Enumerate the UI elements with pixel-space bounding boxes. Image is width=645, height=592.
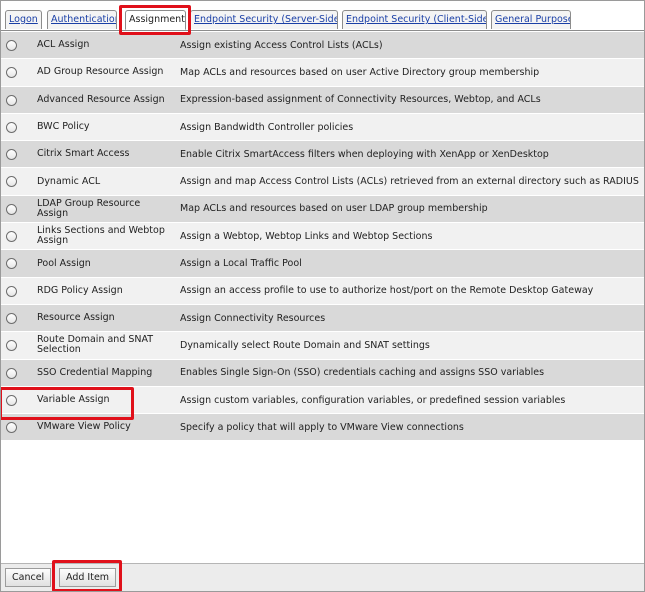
radio-button[interactable] — [6, 121, 17, 133]
item-description: Map ACLs and resources based on user LDA… — [180, 203, 488, 215]
tab-authentication[interactable]: Authentication — [47, 10, 117, 29]
list-item-resource-assign[interactable]: Resource Assign Assign Connectivity Reso… — [1, 304, 644, 333]
item-name: Citrix Smart Access — [37, 148, 130, 160]
item-name: Variable Assign — [37, 394, 110, 405]
item-description: Map ACLs and resources based on user Act… — [180, 66, 540, 78]
radio-button[interactable] — [6, 203, 17, 215]
list-item-ldap-group-resource-assign[interactable]: LDAP Group Resource Assign Map ACLs and … — [1, 195, 644, 224]
list-item-dynamic-acl[interactable]: Dynamic ACL Assign and map Access Contro… — [1, 168, 644, 196]
list-item-variable-assign[interactable]: Variable Assign Assign custom variables,… — [1, 386, 644, 415]
item-name: SSO Credential Mapping — [37, 366, 153, 378]
item-name: Dynamic ACL — [37, 175, 101, 187]
agent-list: ACL Assign Assign existing Access Contro… — [1, 32, 644, 442]
item-description: Expression-based assignment of Connectiv… — [180, 94, 541, 106]
item-name: Pool Assign — [37, 257, 91, 269]
item-name: LDAP Group Resource Assign — [37, 197, 141, 219]
tab-endpoint-security-server-side[interactable]: Endpoint Security (Server-Side) — [190, 10, 338, 29]
item-name: Route Domain and SNAT Selection — [37, 334, 154, 356]
radio-button[interactable] — [6, 258, 17, 270]
tab-general-purpose[interactable]: General Purpose — [491, 10, 571, 29]
radio-button[interactable] — [6, 340, 17, 352]
item-name: AD Group Resource Assign — [37, 66, 164, 78]
item-name: VMware View Policy — [37, 421, 131, 433]
list-item-rdg-policy-assign[interactable]: RDG Policy Assign Assign an access profi… — [1, 277, 644, 305]
item-description: Assign Bandwidth Controller policies — [180, 121, 354, 133]
tab-bar: Logon Authentication Assignment Endpoint… — [1, 1, 644, 31]
item-name: Links Sections and Webtop Assign — [37, 225, 165, 247]
item-name: ACL Assign — [37, 39, 90, 51]
item-description: Specify a policy that will apply to VMwa… — [180, 421, 464, 433]
radio-button[interactable] — [6, 149, 17, 161]
item-description: Enables Single Sign-On (SSO) credentials… — [180, 367, 545, 379]
item-description: Assign and map Access Control Lists (ACL… — [180, 176, 642, 188]
radio-button[interactable] — [6, 176, 17, 188]
list-item-pool-assign[interactable]: Pool Assign Assign a Local Traffic Pool — [1, 250, 644, 278]
item-description: Assign a Webtop, Webtop Links and Webtop… — [180, 230, 433, 242]
item-name: Resource Assign — [37, 312, 115, 324]
item-description: Assign an access profile to use to autho… — [180, 285, 594, 297]
item-description: Dynamically select Route Domain and SNAT… — [180, 339, 430, 351]
list-item-vmware-view-policy[interactable]: VMware View Policy Specify a policy that… — [1, 414, 644, 442]
item-description: Assign a Local Traffic Pool — [180, 258, 302, 270]
item-name: RDG Policy Assign — [37, 284, 123, 296]
radio-button[interactable] — [6, 422, 17, 434]
list-item-bwc-policy[interactable]: BWC Policy Assign Bandwidth Controller p… — [1, 113, 644, 142]
item-description: Assign Connectivity Resources — [180, 312, 326, 324]
item-description: Assign custom variables, configuration v… — [180, 394, 566, 406]
tab-logon[interactable]: Logon — [5, 10, 42, 29]
tab-endpoint-security-client-side[interactable]: Endpoint Security (Client-Side) — [342, 10, 487, 29]
radio-button[interactable] — [6, 231, 17, 243]
tab-assignment[interactable]: Assignment — [125, 10, 186, 30]
radio-button[interactable] — [6, 67, 17, 79]
add-item-button[interactable]: Add Item — [59, 568, 117, 587]
list-item-sso-credential-mapping[interactable]: SSO Credential Mapping Enables Single Si… — [1, 359, 644, 387]
item-description: Assign existing Access Control Lists (AC… — [180, 39, 383, 51]
item-description: Enable Citrix SmartAccess filters when d… — [180, 148, 549, 160]
list-item-acl-assign[interactable]: ACL Assign Assign existing Access Contro… — [1, 32, 644, 60]
list-item-route-domain-and-snat-selection[interactable]: Route Domain and SNAT Selection Dynamica… — [1, 332, 644, 360]
list-item-advanced-resource-assign[interactable]: Advanced Resource Assign Expression-base… — [1, 86, 644, 114]
list-item-links-sections-and-webtop-assign[interactable]: Links Sections and Webtop Assign Assign … — [1, 223, 644, 251]
radio-button[interactable] — [6, 367, 17, 379]
radio-button[interactable] — [6, 94, 17, 106]
add-item-dialog: Logon Authentication Assignment Endpoint… — [0, 0, 645, 592]
list-item-citrix-smart-access[interactable]: Citrix Smart Access Enable Citrix SmartA… — [1, 141, 644, 169]
item-name: BWC Policy — [37, 121, 90, 133]
cancel-button[interactable]: Cancel — [5, 568, 52, 587]
list-item-ad-group-resource-assign[interactable]: AD Group Resource Assign Map ACLs and re… — [1, 59, 644, 87]
radio-button[interactable] — [6, 312, 17, 324]
radio-button[interactable] — [6, 40, 17, 51]
radio-button[interactable] — [6, 285, 17, 297]
radio-button[interactable] — [6, 394, 17, 406]
dialog-footer: Cancel Add Item — [1, 563, 644, 591]
item-name: Advanced Resource Assign — [37, 93, 165, 105]
